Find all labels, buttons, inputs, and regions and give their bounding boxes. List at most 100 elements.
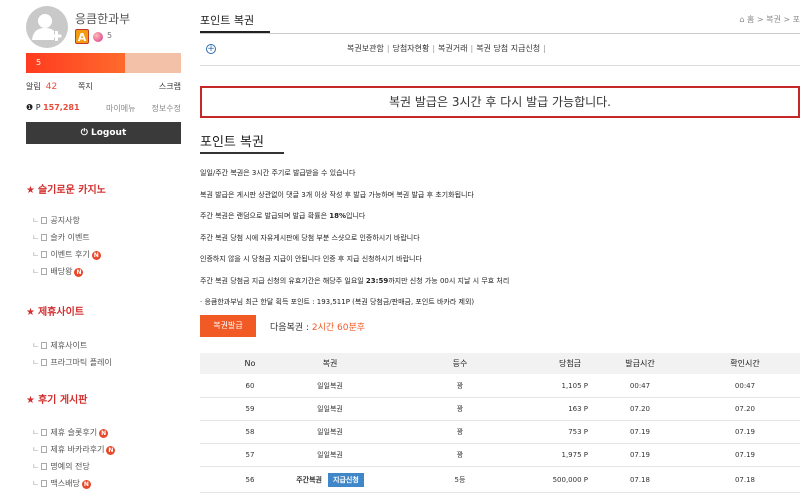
menu-item-label: 제휴사이트 — [50, 341, 88, 350]
new-badge: N — [74, 268, 84, 277]
breadcrumb-text: 홈 > 복권 > 포 — [746, 15, 800, 24]
menu-item-dividend-king[interactable]: ㄴ 배당왕 N — [32, 263, 182, 280]
cell-rank: 꽝 — [456, 405, 464, 413]
menu-item-label: 이벤트 후기 — [50, 250, 90, 259]
cell-confirmed: 07.20 — [734, 405, 756, 413]
new-badge: N — [99, 429, 109, 438]
document-icon — [41, 429, 48, 436]
document-icon — [41, 234, 48, 241]
menu-item-label: 제휴 바카라후기 — [50, 445, 105, 454]
cell-confirmed: 07.18 — [734, 475, 756, 484]
section-title: 포인트 복권 — [200, 135, 264, 150]
document-icon — [41, 446, 48, 453]
menu-list-review: ㄴ 제휴 슬롯후기 N ㄴ 제휴 바카라후기 N ㄴ 명예의 전당 ㄴ 맥스배당 N — [32, 424, 182, 492]
alarm-link[interactable]: 알림 42 — [26, 81, 57, 92]
new-badge: N — [106, 446, 116, 455]
breadcrumb[interactable]: ⌂ 홈 > 복권 > 포 — [739, 14, 800, 25]
issue-ticket-button[interactable]: 복권발급 — [200, 315, 256, 337]
cell-issued: 07.20 — [629, 405, 651, 413]
col-issued: 발급시간 — [625, 359, 655, 368]
new-badge: N — [91, 251, 101, 260]
menu-list-partner: ㄴ 제휴사이트 ㄴ 프라그마틱 플레이 — [32, 337, 182, 371]
menu-item-slot-review[interactable]: ㄴ 제휴 슬롯후기 N — [32, 424, 182, 441]
cell-rank: 꽝 — [456, 428, 464, 436]
cell-prize: 1,105 P — [561, 382, 589, 390]
table-header: No 복권 등수 당첨금 발급시간 확인시간 — [200, 353, 800, 374]
menu-title-text: 제휴사이트 — [37, 307, 84, 318]
alert-message: 복권 발급은 3시간 후 다시 발급 가능합니다. — [200, 86, 800, 118]
subnav-link-claim[interactable]: 복권 당첨 지급신청 — [476, 44, 540, 53]
document-icon — [41, 268, 48, 275]
menu-item-event[interactable]: ㄴ 슬카 이벤트 — [32, 229, 182, 246]
menu-item-baccarat-review[interactable]: ㄴ 제휴 바카라후기 N — [32, 441, 182, 458]
new-badge: N — [81, 480, 91, 489]
menu-item-partner-site[interactable]: ㄴ 제휴사이트 — [32, 337, 182, 354]
username: 응큼한과부 — [75, 12, 131, 26]
cell-no: 59 — [245, 405, 255, 413]
document-icon — [41, 251, 48, 258]
point-row: ❶ P 157,281 마이메뉴 정보수정 — [26, 103, 181, 115]
point-prefix: P — [35, 103, 41, 112]
cell-prize: 753 P — [568, 428, 588, 436]
my-menu-link[interactable]: 마이메뉴 — [106, 103, 135, 114]
menu-item-event-review[interactable]: ㄴ 이벤트 후기 N — [32, 246, 182, 263]
user-add-icon — [32, 14, 62, 41]
exp-progress-bar: 5 — [26, 53, 181, 73]
note-link[interactable]: 쪽지 — [78, 81, 93, 92]
avatar[interactable] — [26, 6, 68, 48]
edit-info-link[interactable]: 정보수정 — [152, 103, 181, 114]
profile-block: 응큼한과부 A 5 — [26, 6, 181, 48]
table-row[interactable]: 56 주간복권 지급신청 5등 500,000 P 07.18 07.18 — [200, 467, 800, 493]
stat-row: 알림 42 쪽지 스크랩 — [26, 81, 181, 93]
notice-line-1: 일일/주간 복권은 3시간 주기로 발급받을 수 있습니다 — [200, 169, 356, 177]
table-row[interactable]: 60 일일복권 꽝 1,105 P 00:47 00:47 — [200, 375, 800, 398]
document-icon — [41, 463, 48, 470]
subnav-link-storage[interactable]: 복권보관함 — [347, 44, 384, 53]
logout-label: Logout — [91, 128, 127, 138]
menu-title-text: 후기 게시판 — [37, 395, 88, 406]
gem-icon — [93, 32, 103, 42]
cell-rank: 꽝 — [456, 451, 464, 459]
claim-button[interactable]: 지급신청 — [328, 472, 364, 487]
subnav-link-trade[interactable]: 복권거래 — [438, 44, 467, 53]
subnav-bar: + 복권보관함 | 당첨자현황 | 복권거래 | 복권 당첨 지급신청 | — [200, 34, 800, 66]
cell-confirmed: 07.19 — [734, 451, 756, 459]
document-icon — [41, 480, 48, 487]
menu-list-casino: ㄴ 공지사항 ㄴ 슬카 이벤트 ㄴ 이벤트 후기 N ㄴ 배당왕 N — [32, 212, 182, 280]
menu-item-pragmatic[interactable]: ㄴ 프라그마틱 플레이 — [32, 354, 182, 371]
document-icon — [41, 342, 48, 349]
level-number: 5 — [107, 31, 113, 40]
exp-progress-text: 5 — [36, 58, 42, 67]
alarm-label: 알림 — [26, 82, 41, 91]
menu-item-hall-of-fame[interactable]: ㄴ 명예의 전당 — [32, 458, 182, 475]
cell-prize: 500,000 P — [552, 475, 588, 484]
cell-prize: 1,975 P — [561, 451, 589, 459]
menu-item-label: 제휴 슬롯후기 — [50, 428, 98, 437]
notice-line-4: 주간 복권 당첨 시에 자유게시판에 당첨 부분 스샷으로 인증하시기 바랍니다 — [200, 234, 420, 242]
alarm-count: 42 — [45, 82, 58, 92]
table-row[interactable]: 59 일일복권 꽝 163 P 07.20 07.20 — [200, 398, 800, 421]
notice-line-6: 주간 복권 당첨금 지급 신청의 유효기간은 해당주 일요일 23:59까지만 … — [200, 277, 510, 285]
table-row[interactable]: 58 일일복권 꽝 753 P 07.19 07.19 — [200, 421, 800, 444]
section-underline — [200, 152, 284, 154]
subnav-link-winners[interactable]: 당첨자현황 — [393, 44, 430, 53]
menu-item-label: 배당왕 — [50, 267, 73, 276]
cell-ticket: 일일복권 — [317, 428, 343, 436]
menu-title-text: 슬기로운 카지노 — [37, 185, 106, 196]
menu-item-notice[interactable]: ㄴ 공지사항 — [32, 212, 182, 229]
notice-line-7: · 응큼한과부님 최근 한달 획득 포인트 : 193,511P (복권 당첨금… — [200, 298, 475, 306]
logout-button[interactable]: ⏻ Logout — [26, 122, 181, 144]
col-no: No — [244, 359, 256, 368]
scrap-link[interactable]: 스크랩 — [159, 81, 181, 92]
cell-ticket: 일일복권 — [317, 382, 343, 390]
menu-item-label: 슬카 이벤트 — [50, 233, 90, 242]
menu-item-max-dividend[interactable]: ㄴ 맥스배당 N — [32, 475, 182, 492]
cell-no: 57 — [245, 451, 255, 459]
plus-circle-icon[interactable]: + — [206, 44, 216, 54]
cell-ticket: 일일복권 — [317, 451, 343, 459]
table-row[interactable]: 57 일일복권 꽝 1,975 P 07.19 07.19 — [200, 444, 800, 467]
point-display: ❶ P 157,281 — [26, 103, 80, 112]
star-icon: ★ — [26, 185, 35, 196]
document-icon — [41, 217, 48, 224]
document-icon — [41, 359, 48, 366]
